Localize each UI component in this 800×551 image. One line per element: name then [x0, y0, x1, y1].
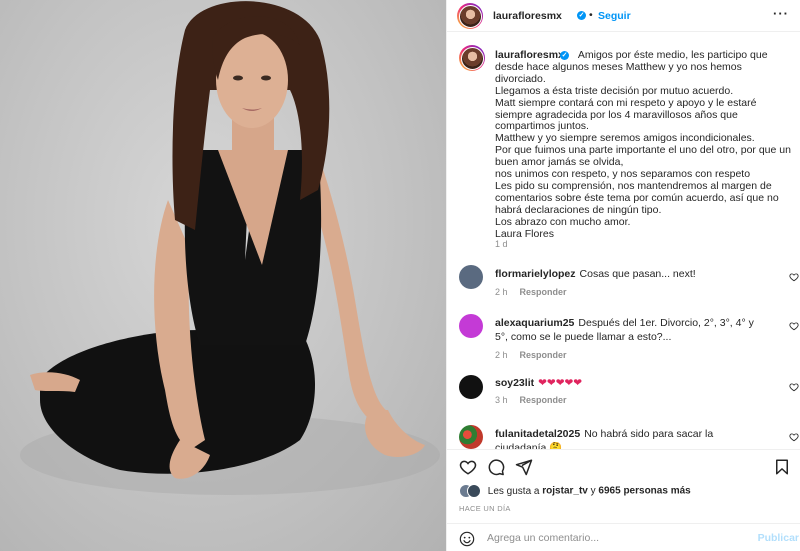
like-heart-icon[interactable] — [459, 458, 477, 476]
caption-verified-badge-icon: ✓ — [560, 51, 569, 60]
commenter-avatar[interactable] — [459, 265, 483, 289]
add-comment-input[interactable] — [487, 529, 747, 547]
reply-button[interactable]: Responder — [520, 350, 567, 360]
comment-username[interactable]: soy23lit — [495, 377, 534, 389]
post-header: laurafloresmx ✓ • Seguir ··· — [447, 0, 800, 32]
save-bookmark-icon[interactable] — [773, 458, 791, 476]
post-side-panel: laurafloresmx ✓ • Seguir ··· lauraflores… — [446, 0, 800, 551]
likes-connector: y — [590, 485, 596, 497]
comment-username[interactable]: alexaquarium25 — [495, 317, 574, 329]
comment-time: 2 h — [495, 287, 508, 297]
comment-time: 2 h — [495, 350, 508, 360]
comment-text: flormarielylopez Cosas que pasan... next! — [495, 267, 765, 281]
like-comment-heart-icon[interactable] — [789, 382, 799, 392]
caption-text: Amigos por éste medio, les participo que… — [495, 49, 791, 240]
post-timestamp: HACE UN DÍA — [459, 504, 511, 513]
post-actions-bar — [447, 449, 800, 481]
comment-time: 3 h — [495, 395, 508, 405]
likes-summary: Les gusta a rojstar_tv y 6965 personas m… — [459, 484, 691, 504]
comment-meta: 3 h Responder — [495, 395, 567, 405]
comment-bubble-icon[interactable] — [487, 458, 505, 476]
publish-button[interactable]: Publicar — [758, 532, 799, 544]
like-comment-heart-icon[interactable] — [789, 321, 799, 331]
comment-body: Cosas que pasan... next! — [579, 268, 696, 280]
like-comment-heart-icon[interactable] — [789, 272, 799, 282]
comment-body: ❤❤❤❤❤ — [538, 377, 583, 389]
follow-button[interactable]: Seguir — [598, 10, 631, 22]
emoji-smiley-icon[interactable] — [459, 531, 475, 547]
comment-text: fulanitadetal2025 No habrá sido para saca… — [495, 427, 765, 449]
post-photo — [0, 0, 446, 551]
reply-button[interactable]: Responder — [520, 395, 567, 405]
comment-username[interactable]: fulanitadetal2025 — [495, 428, 580, 440]
author-avatar[interactable] — [457, 3, 483, 29]
commenter-avatar[interactable] — [459, 314, 483, 338]
author-username[interactable]: laurafloresmx — [493, 10, 562, 22]
comment-meta: 2 h Responder — [495, 350, 567, 360]
comments-section[interactable]: laurafloresmx Amigos por éste medio, les … — [447, 33, 800, 449]
like-comment-heart-icon[interactable] — [789, 432, 799, 442]
comment-username[interactable]: flormarielylopez — [495, 268, 576, 280]
caption-username[interactable]: laurafloresmx — [495, 49, 564, 61]
comment-text: alexaquarium25 Después del 1er. Divorcio,… — [495, 316, 765, 344]
liker-username[interactable]: rojstar_tv — [542, 486, 588, 497]
verified-badge-icon: ✓ — [577, 11, 586, 20]
commenter-avatar[interactable] — [459, 425, 483, 449]
reply-button[interactable]: Responder — [520, 287, 567, 297]
post-photo-illustration — [20, 1, 440, 495]
post-caption: laurafloresmx Amigos por éste medio, les … — [495, 49, 793, 241]
caption-author-avatar[interactable] — [459, 45, 485, 71]
comment-meta: 2 h Responder — [495, 287, 567, 297]
more-options-icon[interactable]: ··· — [773, 6, 789, 21]
comment-text: soy23lit ❤❤❤❤❤ — [495, 376, 765, 390]
commenter-avatar[interactable] — [459, 375, 483, 399]
add-comment-bar: Publicar — [447, 523, 800, 551]
header-separator: • — [589, 9, 593, 21]
share-send-icon[interactable] — [515, 458, 533, 476]
liker-avatar — [467, 484, 481, 498]
caption-time: 1 d — [495, 239, 508, 249]
likes-prefix: Les gusta a — [487, 485, 540, 497]
likes-count[interactable]: 6965 personas más — [598, 486, 690, 497]
